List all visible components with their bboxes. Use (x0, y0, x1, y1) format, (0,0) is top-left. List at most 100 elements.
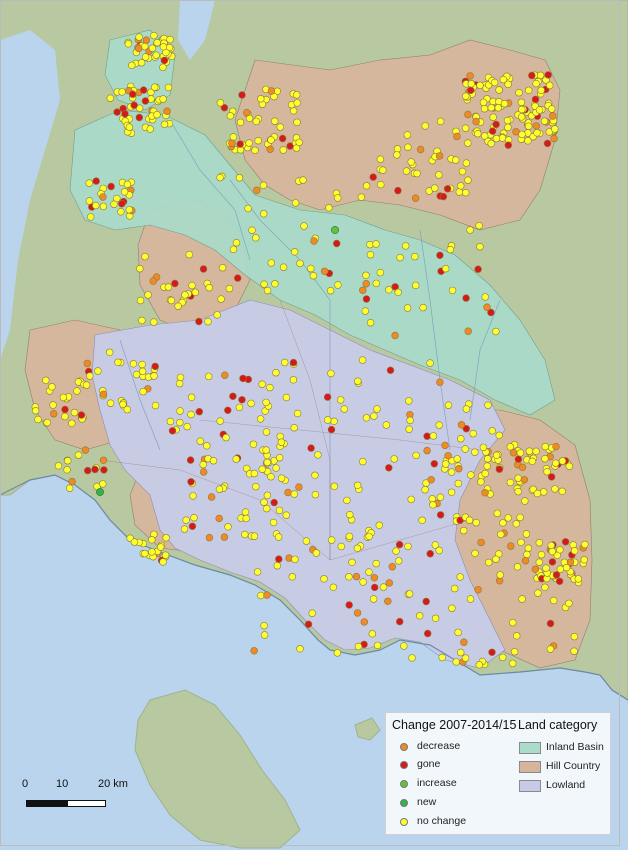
site-marker (476, 81, 484, 90)
site-marker (460, 638, 468, 646)
site-marker (540, 117, 549, 125)
site-marker (243, 108, 251, 117)
site-marker (251, 146, 259, 155)
site-marker (296, 259, 304, 268)
site-marker (159, 95, 167, 103)
site-marker (492, 327, 500, 336)
site-marker (216, 173, 224, 182)
site-marker (377, 180, 385, 189)
site-marker (135, 113, 144, 122)
site-marker (431, 184, 439, 192)
site-marker (267, 136, 275, 144)
site-marker (195, 317, 203, 326)
site-marker (86, 213, 95, 221)
site-marker (436, 378, 444, 386)
map-view[interactable]: 0 10 20 km Change 2007-2014/15 Land cate… (0, 0, 628, 850)
site-marker (405, 425, 413, 433)
site-marker (272, 369, 280, 377)
site-marker (330, 417, 338, 425)
site-marker (495, 86, 503, 94)
site-marker (574, 575, 582, 583)
legend-new-marker (400, 799, 408, 807)
site-marker (483, 462, 491, 470)
site-marker (176, 373, 185, 382)
site-marker (85, 179, 93, 187)
site-marker (442, 460, 450, 468)
site-marker (372, 559, 380, 568)
site-marker (106, 399, 115, 407)
site-marker (556, 546, 564, 554)
site-marker (144, 291, 152, 299)
site-marker (345, 532, 354, 541)
site-marker (439, 192, 448, 201)
site-marker (366, 240, 374, 249)
site-marker (452, 658, 460, 666)
site-marker (263, 491, 272, 499)
site-marker (516, 513, 524, 522)
site-marker (512, 632, 521, 640)
site-marker (232, 239, 241, 247)
site-marker (330, 482, 338, 490)
site-marker (175, 379, 184, 388)
site-marker (549, 596, 558, 605)
site-marker (309, 272, 318, 280)
site-marker (386, 366, 395, 374)
site-marker (384, 597, 392, 605)
site-marker (187, 478, 195, 486)
site-marker (159, 43, 168, 51)
site-marker (160, 120, 169, 129)
site-marker (106, 94, 115, 102)
site-marker (487, 103, 495, 112)
site-marker (395, 540, 404, 549)
scale-label-0: 0 (22, 778, 29, 790)
site-marker (275, 555, 283, 563)
site-marker (262, 446, 270, 454)
site-marker (150, 318, 158, 326)
site-marker (402, 167, 411, 175)
site-marker (372, 279, 380, 288)
site-marker (238, 396, 246, 404)
site-marker (474, 265, 482, 273)
site-marker (464, 110, 472, 119)
site-marker (546, 619, 555, 628)
site-marker (361, 307, 369, 315)
site-marker (182, 516, 190, 524)
site-marker (226, 112, 235, 120)
legend-land-title: Land category (518, 718, 598, 732)
site-marker (451, 584, 459, 593)
site-marker (34, 415, 42, 424)
site-marker (135, 44, 143, 53)
site-marker (105, 348, 114, 356)
site-marker (83, 359, 92, 368)
site-marker (139, 86, 148, 94)
site-marker (548, 558, 557, 566)
site-marker (125, 206, 134, 214)
site-marker (209, 457, 218, 465)
site-marker (448, 604, 456, 612)
site-marker (550, 134, 558, 143)
legend-increase-marker (400, 780, 408, 788)
site-marker (354, 642, 363, 651)
site-marker (337, 542, 345, 551)
site-marker (166, 417, 175, 426)
site-marker (260, 621, 268, 630)
site-marker (250, 469, 259, 478)
site-marker (471, 549, 479, 557)
site-marker (524, 86, 533, 95)
site-marker (403, 304, 412, 312)
site-marker (435, 546, 443, 555)
site-marker (205, 533, 214, 542)
site-marker (359, 578, 367, 586)
site-marker (241, 530, 249, 539)
site-marker (152, 51, 160, 59)
site-marker (476, 243, 484, 251)
site-marker (128, 61, 136, 70)
site-marker (404, 143, 412, 151)
site-marker (235, 174, 244, 182)
site-marker (263, 458, 271, 467)
site-marker (551, 485, 559, 493)
site-marker (422, 597, 430, 606)
legend-lowland-swatch (519, 780, 541, 792)
site-marker (537, 550, 546, 559)
site-marker (186, 456, 195, 464)
